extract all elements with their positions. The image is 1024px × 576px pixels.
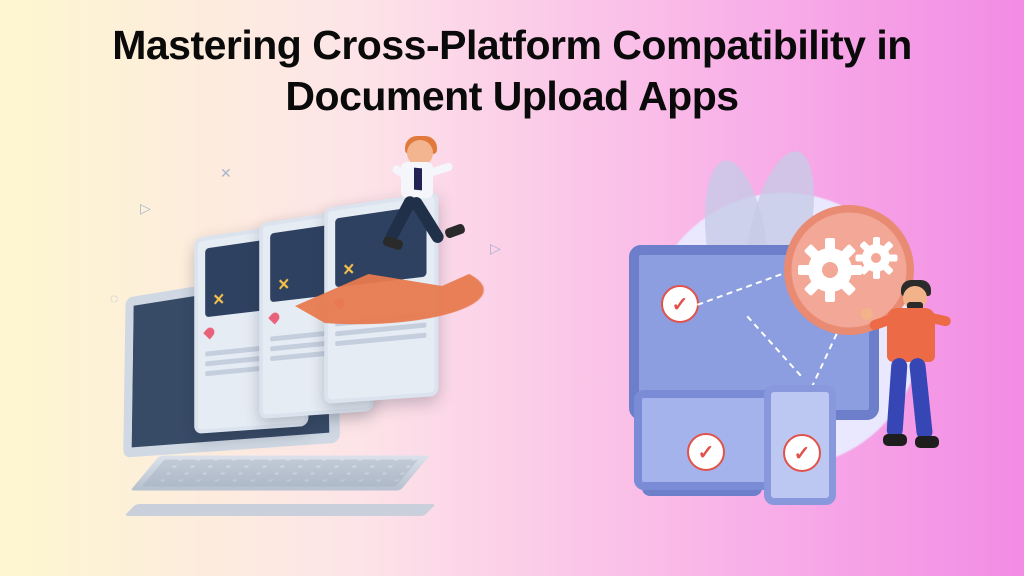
laptop-keyboard-icon [130, 456, 429, 491]
gear-icon [808, 248, 852, 292]
check-badge-icon: ✓ [661, 285, 699, 323]
laptop-base-icon [124, 504, 436, 516]
heart-icon [203, 326, 216, 340]
illustration-devices-sync: ✓ ✓ ✓ [594, 190, 974, 510]
title-line-1: Mastering Cross-Platform Compatibility i… [112, 22, 912, 68]
decoration-icon: ▷ [140, 200, 151, 217]
illustration-area: ▷ ◌ ○ ✕ ▷ ✕ ✕ ✕ [0, 150, 1024, 570]
check-badge-icon: ✓ [783, 434, 821, 472]
title-line-2: Document Upload Apps [285, 73, 738, 119]
heart-icon [268, 311, 281, 325]
decoration-icon: ◌ [110, 290, 118, 306]
gear-icon [862, 244, 890, 272]
x-badge-icon: ✕ [278, 274, 290, 295]
decoration-icon: ✕ [220, 165, 232, 182]
x-badge-icon: ✕ [343, 259, 355, 280]
decoration-icon: ▷ [490, 240, 501, 257]
page-title: Mastering Cross-Platform Compatibility i… [0, 20, 1024, 123]
check-badge-icon: ✓ [687, 433, 725, 471]
person-running-icon [365, 140, 475, 280]
x-badge-icon: ✕ [213, 289, 225, 310]
illustration-laptop-runner: ▷ ◌ ○ ✕ ▷ ✕ ✕ ✕ [100, 160, 520, 540]
tablet-device-icon: ✓ [634, 390, 774, 490]
person-worker-icon [859, 280, 969, 500]
phone-device-icon: ✓ [764, 385, 836, 505]
